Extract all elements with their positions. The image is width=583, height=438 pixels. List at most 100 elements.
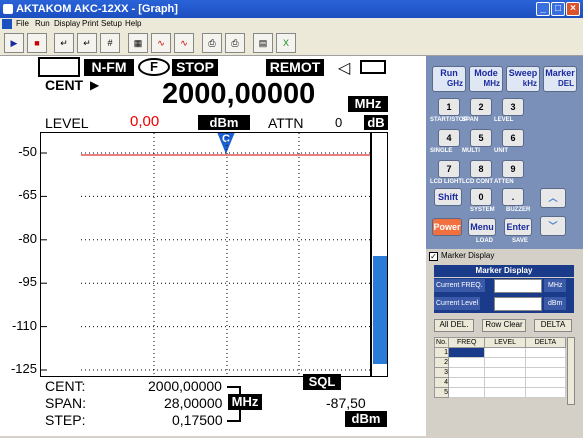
key-dot[interactable]: . [502,188,524,206]
title-bar: AKTAKOM AKC-12XX - [Graph] _ □ × [0,0,583,18]
current-level-input[interactable] [494,297,542,311]
key-2[interactable]: 2 [470,98,492,116]
arrow-up-icon[interactable]: ︿ [540,188,566,208]
cent-footer-value: 2000,00000 [148,378,222,394]
freq-unit-label: MHz [544,279,567,292]
step-label: STEP: [45,412,86,428]
menu-file[interactable]: File [16,19,29,28]
marker-fields: Current FREQ. MHz Current Level dBm [434,278,574,313]
all-del-button[interactable]: All DEL. [434,319,474,332]
status-box [38,57,80,77]
table-row[interactable]: 3 [434,367,567,378]
key-caption: SINGLE [430,148,453,154]
print2-icon[interactable]: ⎙ [225,33,245,53]
filter-indicator: F [138,58,170,76]
row-clear-button[interactable]: Row Clear [482,319,526,332]
span-value: 28,00000 [164,395,223,411]
y-tick-label: -50 [18,144,37,159]
key-6[interactable]: 6 [502,129,524,147]
menu-print[interactable]: Print [82,19,98,28]
save-icon[interactable]: ↵ [77,33,97,53]
sql-bar-fill [373,256,387,364]
key-caption: LEVEL [494,117,514,123]
key-8[interactable]: 8 [470,160,492,178]
table-cell[interactable] [524,387,567,398]
table-row[interactable]: 1 [434,347,567,358]
y-tick-label: -65 [18,187,37,203]
graph2-icon[interactable]: ∿ [174,33,194,53]
menu-display[interactable]: Display [54,19,80,28]
key-5[interactable]: 5 [470,129,492,147]
current-level-label: Current Level [434,297,481,310]
table-scrollbar[interactable] [567,337,575,405]
sql-unit: dBm [345,411,387,427]
table-cell[interactable] [524,367,567,378]
save-caption: SAVE [512,238,528,244]
key-caption: ATTEN [494,179,514,185]
stop-icon[interactable]: ■ [27,33,47,53]
step-value: 0,17500 [172,412,223,428]
table-cell[interactable] [484,347,526,358]
menu-help[interactable]: Help [125,19,141,28]
key-run[interactable]: Run GHz [432,66,466,92]
y-tick-label: -110 [11,317,37,333]
calc-icon[interactable]: ▤ [253,33,273,53]
key-label: Run [440,68,458,78]
table-cell[interactable] [484,377,526,388]
menu-key[interactable]: Menu [468,218,496,236]
row-number: 3 [434,367,449,378]
table-row[interactable]: 4 [434,377,567,388]
key-label: Sweep [508,68,538,78]
level-label: LEVEL [45,115,89,131]
menu-setup[interactable]: Setup [101,19,122,28]
table-cell[interactable] [447,377,486,388]
key-sweep[interactable]: Sweep kHz [506,66,540,92]
key-marker[interactable]: Marker DEL [543,66,577,92]
arrow-down-icon[interactable]: ﹀ [540,216,566,236]
print-icon[interactable]: ⎙ [202,33,222,53]
row-number: 4 [434,377,449,388]
load-icon[interactable]: ↵ [54,33,74,53]
table-cell[interactable] [484,367,526,378]
shift-key[interactable]: Shift [434,188,462,206]
maximize-button[interactable]: □ [551,2,565,16]
key-3[interactable]: 3 [502,98,524,116]
key-4[interactable]: 4 [438,129,460,147]
current-freq-input[interactable] [494,279,542,293]
excel-icon[interactable]: X [276,33,296,53]
table-cell[interactable] [524,357,567,368]
key-mode[interactable]: Mode MHz [469,66,503,92]
enter-key[interactable]: Enter [504,218,532,236]
close-button[interactable]: × [566,2,580,16]
table-row[interactable]: 2 [434,357,567,368]
table-cell[interactable] [484,357,526,368]
key-1[interactable]: 1 [438,98,460,116]
level-value: 0,00 [130,113,160,130]
load-caption: LOAD [476,238,493,244]
system-caption: SYSTEM [470,207,495,213]
power-key[interactable]: Power [432,218,462,236]
key-7[interactable]: 7 [438,160,460,178]
table-cell[interactable] [447,357,486,368]
graph-icon[interactable]: ∿ [151,33,171,53]
table-icon[interactable]: ▦ [128,33,148,53]
marker-checkbox[interactable]: ✓ [429,252,438,261]
grid-icon[interactable]: # [100,33,120,53]
key-caption: LCD LIGHT [430,179,462,185]
table-cell[interactable] [447,367,486,378]
play-icon: ▶ [90,78,100,92]
menu-run[interactable]: Run [35,19,50,28]
table-cell[interactable] [524,377,567,388]
table-cell[interactable] [524,347,567,358]
delta-button[interactable]: DELTA [534,319,572,332]
key-9[interactable]: 9 [502,160,524,178]
key-zero[interactable]: 0 [470,188,492,206]
run-icon[interactable]: ▶ [4,33,24,53]
table-row[interactable]: 5 [434,387,567,398]
table-cell[interactable] [447,347,486,358]
spectrum-graph[interactable] [40,132,371,377]
attn-value: 0 [335,115,343,130]
minimize-button[interactable]: _ [536,2,550,16]
table-cell[interactable] [447,387,486,398]
table-cell[interactable] [484,387,526,398]
